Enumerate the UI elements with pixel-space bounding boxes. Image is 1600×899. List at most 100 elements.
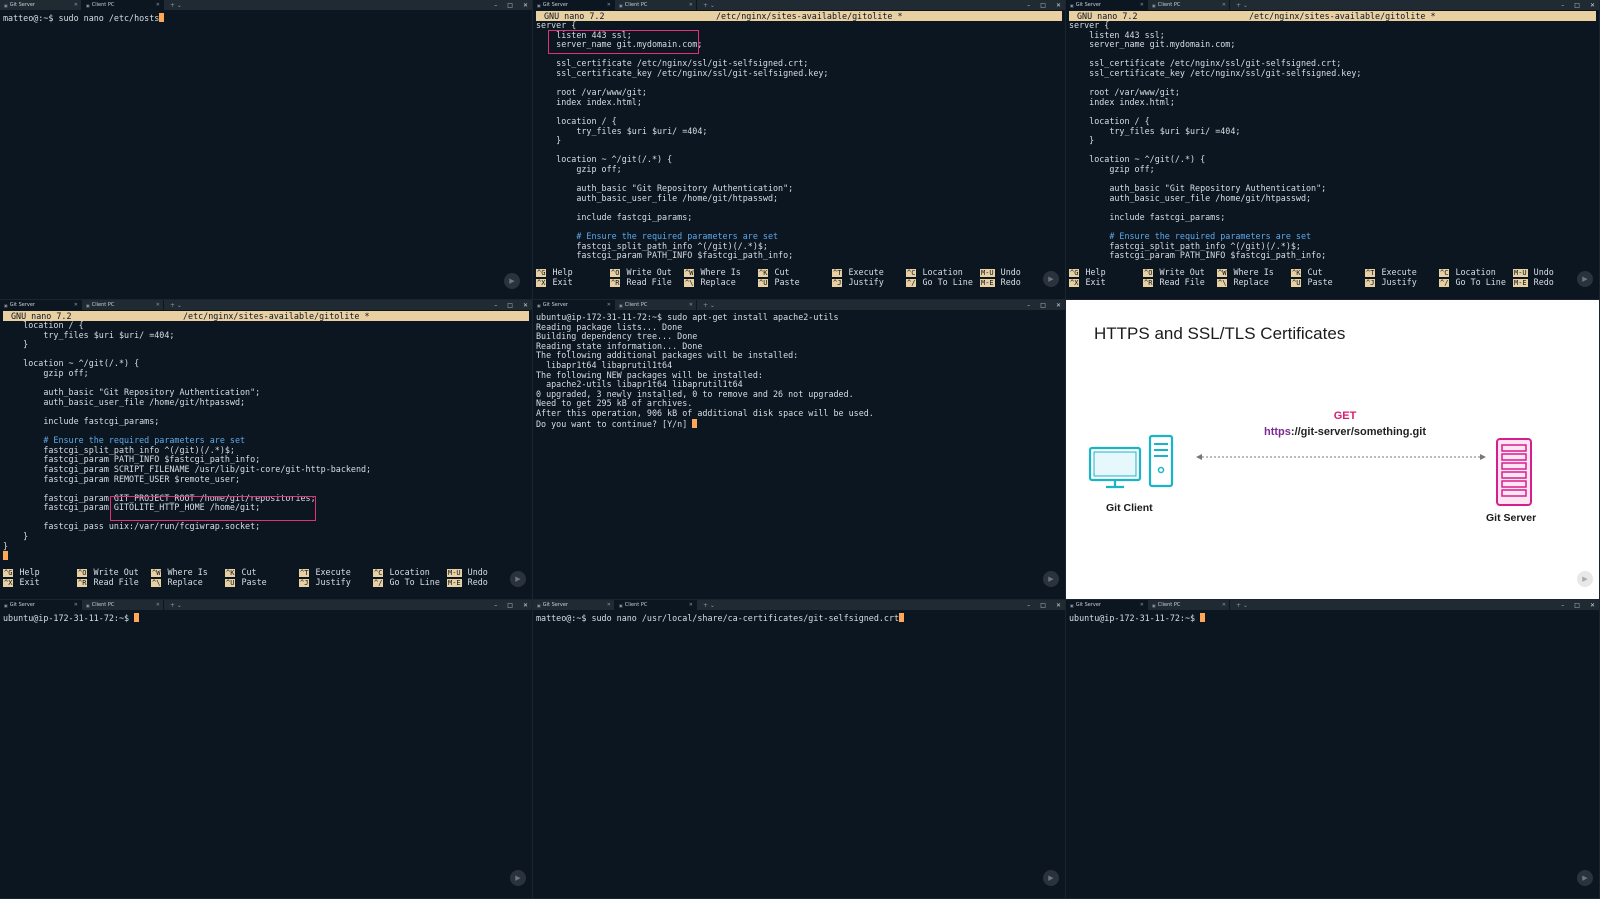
record-icon[interactable]: ▶ [510,870,526,886]
minimize-icon[interactable]: – [1027,2,1030,9]
minimize-icon[interactable]: – [1027,302,1030,309]
nano-shortcut[interactable]: ^W Where Is ^\ Replace [684,267,758,289]
close-icon[interactable]: ✕ [1590,2,1595,9]
tab-client-pc[interactable]: ▣ Client PC ✕ [615,300,697,310]
nano-shortcut[interactable]: ^C Location ^/ Go To Line [906,267,980,289]
nano-shortcut[interactable]: ^O Write Out ^R Read File [1143,267,1217,289]
close-tab-icon[interactable]: ✕ [607,2,611,8]
new-tab-icon[interactable]: + ⌄ [170,302,182,309]
tab-git-server[interactable]: ▣ Git Server ✕ [0,0,82,10]
tab-git-server[interactable]: ▣ Git Server ✕ [0,600,82,610]
nano-shortcut[interactable]: M-U Undo M-E Redo [1513,267,1587,289]
record-icon[interactable]: ▶ [1043,571,1059,587]
code-editor[interactable]: location / { try_files $uri $uri/ =404; … [0,320,532,562]
close-icon[interactable]: ✕ [1056,602,1061,609]
close-tab-icon[interactable]: ✕ [156,2,160,8]
record-icon[interactable]: ▶ [1577,870,1593,886]
record-icon[interactable]: ▶ [510,571,526,587]
minimize-icon[interactable]: – [1561,2,1564,9]
record-icon[interactable]: ▶ [504,273,520,289]
close-tab-icon[interactable]: ✕ [607,302,611,308]
tab-git-server[interactable]: ▣ Git Server ✕ [1066,600,1148,610]
nano-shortcut[interactable]: ^T Execute ^J Justify [832,267,906,289]
maximize-icon[interactable]: □ [507,2,513,9]
close-tab-icon[interactable]: ✕ [689,302,693,308]
close-tab-icon[interactable]: ✕ [607,602,611,608]
terminal-output[interactable]: matteo@:~$ sudo nano /usr/local/share/ca… [533,610,1065,624]
nano-shortcut[interactable]: ^W Where Is ^\ Replace [1217,267,1291,289]
tab-git-server[interactable]: ▣ Git Server ✕ [533,300,615,310]
close-tab-icon[interactable]: ✕ [74,2,78,8]
pane-client-hosts[interactable]: ▣ Git Server ✕ ▣ Client PC ✕ + ⌄ – □ ✕ matteo@… [0,0,533,300]
pane-apt-install[interactable]: ▣ Git Server ✕ ▣ Client PC ✕ + ⌄ – □ ✕ ubuntu@… [533,300,1066,600]
close-icon[interactable]: ✕ [1056,302,1061,309]
close-tab-icon[interactable]: ✕ [689,602,693,608]
tab-git-server[interactable]: ▣ Git Server ✕ [533,600,615,610]
tab-client-pc[interactable]: ▣ Client PC ✕ [615,0,697,10]
pane-client-ca-cert[interactable]: ▣ Git Server ✕ ▣ Client PC ✕ + ⌄ – □ ✕ matteo@… [533,600,1066,899]
minimize-icon[interactable]: – [494,2,497,9]
minimize-icon[interactable]: – [1027,602,1030,609]
record-icon[interactable]: ▶ [1577,271,1593,287]
tab-client-pc[interactable]: ▣ Client PC ✕ [1148,0,1230,10]
record-icon[interactable]: ▶ [1043,271,1059,287]
new-tab-icon[interactable]: + ⌄ [703,302,715,309]
tab-git-server[interactable]: ▣ Git Server ✕ [0,300,82,310]
nano-shortcut[interactable]: ^C Location ^/ Go To Line [373,567,447,589]
nano-shortcut[interactable]: ^W Where Is ^\ Replace [151,567,225,589]
minimize-icon[interactable]: – [494,602,497,609]
nano-shortcut[interactable]: ^G Help ^X Exit [3,567,77,589]
nano-shortcut[interactable]: ^K Cut ^U Paste [225,567,299,589]
record-icon[interactable]: ▶ [1577,571,1593,587]
pane-nano-gitolite-top[interactable]: ▣ Git Server ✕ ▣ Client PC ✕ + ⌄ – □ ✕ GNU nan… [533,0,1066,300]
nano-shortcut[interactable]: ^C Location ^/ Go To Line [1439,267,1513,289]
maximize-icon[interactable]: □ [1574,602,1580,609]
nano-shortcut[interactable]: ^K Cut ^U Paste [1291,267,1365,289]
record-icon[interactable]: ▶ [1043,870,1059,886]
pane-server-shell-2[interactable]: ▣ Git Server ✕ ▣ Client PC ✕ + ⌄ – □ ✕ ubuntu@… [1066,600,1600,899]
pane-nano-gitolite-bottom[interactable]: ▣ Git Server ✕ ▣ Client PC ✕ + ⌄ – □ ✕ GNU nan… [0,300,533,600]
tab-client-pc[interactable]: ▣ Client PC ✕ [82,300,164,310]
tab-git-server[interactable]: ▣ Git Server ✕ [1066,0,1148,10]
maximize-icon[interactable]: □ [1040,602,1046,609]
nano-shortcut[interactable]: ^K Cut ^U Paste [758,267,832,289]
tab-client-pc[interactable]: ▣ Client PC ✕ [1148,600,1230,610]
tab-git-server[interactable]: ▣ Git Server ✕ [533,0,615,10]
close-tab-icon[interactable]: ✕ [156,602,160,608]
nano-shortcut[interactable]: ^G Help ^X Exit [536,267,610,289]
nano-shortcut[interactable]: ^T Execute ^J Justify [299,567,373,589]
close-icon[interactable]: ✕ [523,602,528,609]
terminal-output[interactable]: ubuntu@ip-172-31-11-72:~$ sudo apt-get i… [533,310,1065,429]
new-tab-icon[interactable]: + ⌄ [170,602,182,609]
close-tab-icon[interactable]: ✕ [689,2,693,8]
code-editor[interactable]: server { listen 443 ssl; server_name git… [533,20,1065,261]
tab-client-pc[interactable]: ▣ Client PC ✕ [82,600,164,610]
maximize-icon[interactable]: □ [1574,2,1580,9]
nano-shortcut[interactable]: ^O Write Out ^R Read File [610,267,684,289]
close-tab-icon[interactable]: ✕ [1222,602,1226,608]
nano-shortcut[interactable]: ^G Help ^X Exit [1069,267,1143,289]
maximize-icon[interactable]: □ [1040,2,1046,9]
new-tab-icon[interactable]: + ⌄ [703,2,715,9]
close-tab-icon[interactable]: ✕ [156,302,160,308]
nano-shortcut[interactable]: ^T Execute ^J Justify [1365,267,1439,289]
close-icon[interactable]: ✕ [523,302,528,309]
minimize-icon[interactable]: – [494,302,497,309]
terminal-output[interactable]: matteo@:~$ sudo nano /etc/hosts [0,10,532,24]
maximize-icon[interactable]: □ [1040,302,1046,309]
close-tab-icon[interactable]: ✕ [1140,602,1144,608]
maximize-icon[interactable]: □ [507,302,513,309]
new-tab-icon[interactable]: + ⌄ [1236,2,1248,9]
code-editor[interactable]: server { listen 443 ssl; server_name git… [1066,20,1599,261]
close-tab-icon[interactable]: ✕ [74,602,78,608]
close-icon[interactable]: ✕ [1056,2,1061,9]
tab-client-pc[interactable]: ▣ Client PC ✕ [82,0,164,10]
pane-nano-gitolite-top-copy[interactable]: ▣ Git Server ✕ ▣ Client PC ✕ + ⌄ – □ ✕ GNU nan… [1066,0,1600,300]
pane-server-shell-1[interactable]: ▣ Git Server ✕ ▣ Client PC ✕ + ⌄ – □ ✕ ubuntu@… [0,600,533,899]
terminal-output[interactable]: ubuntu@ip-172-31-11-72:~$ [0,610,532,624]
new-tab-icon[interactable]: + ⌄ [1236,602,1248,609]
new-tab-icon[interactable]: + ⌄ [703,602,715,609]
new-tab-icon[interactable]: + ⌄ [170,2,182,9]
terminal-output[interactable]: ubuntu@ip-172-31-11-72:~$ [1066,610,1599,624]
close-icon[interactable]: ✕ [1590,602,1595,609]
